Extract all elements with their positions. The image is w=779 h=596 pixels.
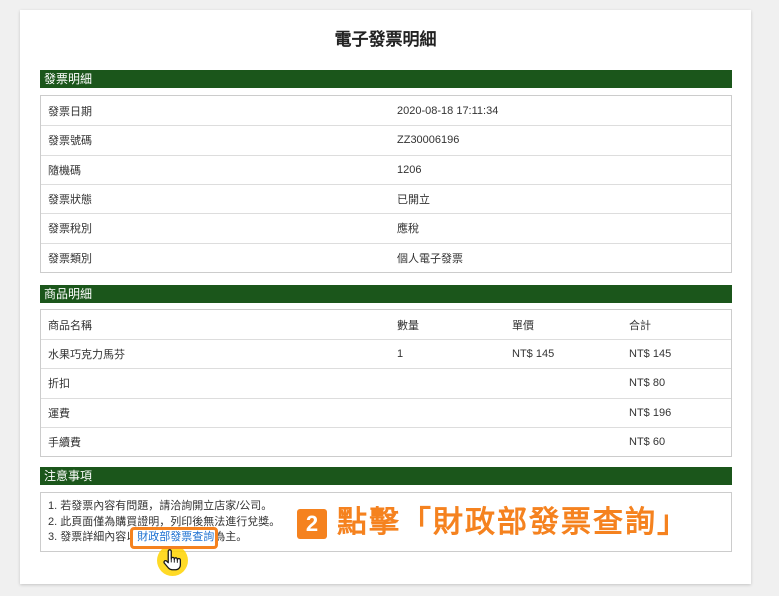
item-row-product: 水果巧克力馬芬 1 NT$ 145 NT$ 145 (41, 339, 731, 368)
invoice-date-value: 2020-08-18 17:11:34 (397, 104, 499, 117)
column-header-unit-price: 單價 (512, 319, 534, 332)
random-code-row: 隨機碼 1206 (41, 154, 731, 184)
item-subtotal: NT$ 80 (629, 377, 666, 390)
item-name: 手續費 (48, 436, 81, 449)
section-header-items: 商品明細 (40, 285, 732, 303)
invoice-date-label: 發票日期 (48, 105, 92, 118)
tax-type-value: 應稅 (397, 223, 419, 236)
item-name: 折扣 (48, 378, 70, 391)
invoice-type-row: 發票類別 個人電子發票 (41, 242, 731, 272)
item-subtotal: NT$ 60 (629, 435, 666, 448)
tax-type-row: 發票稅別 應稅 (41, 213, 731, 242)
item-name: 水果巧克力馬芬 (48, 349, 125, 362)
section-header-notes: 注意事項 (40, 467, 732, 485)
step-number-badge: 2 (297, 509, 327, 539)
invoice-detail-panel: 電子發票明細 發票明細 發票日期 2020-08-18 17:11:34 發票號… (20, 10, 751, 584)
invoice-number-value: ZZ30006196 (397, 134, 460, 147)
link-highlight-wrapper: 財政部發票查詢 (130, 527, 219, 549)
annotation-instruction: 點擊「財政部發票查詢」 (337, 506, 689, 539)
mof-invoice-query-link[interactable]: 財政部發票查詢 (137, 531, 214, 543)
items-table: 商品名稱 數量 單價 合計 水果巧克力馬芬 1 NT$ 145 NT$ 145 … (40, 309, 732, 457)
items-header-row: 商品名稱 數量 單價 合計 (41, 310, 731, 339)
column-header-product-name: 商品名稱 (48, 319, 92, 332)
item-row-handling-fee: 手續費 NT$ 60 (41, 426, 731, 456)
invoice-type-value: 個人電子發票 (397, 252, 463, 265)
item-unit-price: NT$ 145 (512, 348, 555, 361)
item-row-shipping: 運費 NT$ 196 (41, 397, 731, 427)
tax-type-label: 發票稅別 (48, 223, 92, 236)
item-subtotal: NT$ 196 (629, 406, 672, 419)
item-subtotal: NT$ 145 (629, 348, 672, 361)
item-row-discount: 折扣 NT$ 80 (41, 368, 731, 397)
invoice-status-value: 已開立 (397, 194, 430, 207)
hand-pointer-icon (163, 549, 182, 571)
random-code-label: 隨機碼 (48, 164, 81, 177)
column-header-quantity: 數量 (397, 319, 419, 332)
invoice-number-label: 發票號碼 (48, 135, 92, 148)
note-3-prefix: 3. 發票詳細內容以 (48, 531, 138, 543)
item-name: 運費 (48, 407, 70, 420)
column-header-subtotal: 合計 (629, 319, 651, 332)
invoice-status-row: 發票狀態 已開立 (41, 183, 731, 213)
note-3-suffix: 為主。 (214, 531, 248, 543)
invoice-status-label: 發票狀態 (48, 194, 92, 207)
invoice-type-label: 發票類別 (48, 252, 92, 265)
invoice-number-row: 發票號碼 ZZ30006196 (41, 125, 731, 154)
invoice-date-row: 發票日期 2020-08-18 17:11:34 (41, 96, 731, 125)
page-title: 電子發票明細 (334, 30, 437, 49)
item-quantity: 1 (397, 348, 404, 361)
invoice-info-table: 發票日期 2020-08-18 17:11:34 發票號碼 ZZ30006196… (40, 95, 732, 273)
random-code-value: 1206 (397, 163, 422, 176)
section-header-invoice: 發票明細 (40, 70, 732, 88)
